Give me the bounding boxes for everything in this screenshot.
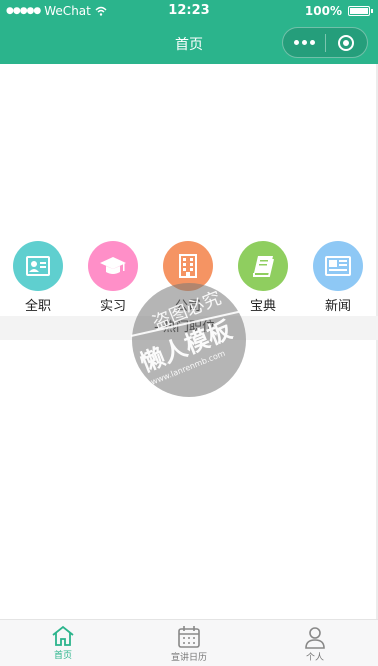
tab-label: 宣讲日历 [170,653,207,663]
battery-icon [348,6,373,16]
tab-profile[interactable]: 个人 [252,620,378,666]
hot-jobs-header: - 热门职位 - [0,316,378,340]
target-icon [338,34,355,51]
category-label: 新闻 [324,299,351,314]
graduation-cap-icon [88,241,138,291]
status-bar-right: 100% [304,4,373,18]
tab-label: 首页 [53,651,72,661]
bottom-tab-bar: 首页 宣讲日历 个人 [0,619,378,666]
category-news[interactable]: 新闻 [308,241,368,314]
category-label: 实习 [99,299,126,314]
status-bar: ●●●●● WeChat 12:23 100% [0,0,378,22]
more-options-button[interactable] [283,28,325,57]
miniprogram-capsule [282,27,368,58]
category-label: 宝典 [249,299,276,314]
book-icon [238,241,288,291]
category-grid: 全职 实习 公司 宝典 新闻 [0,241,378,316]
category-fulltime[interactable]: 全职 [8,241,68,314]
category-company[interactable]: 公司 [158,241,218,314]
id-card-icon [13,241,63,291]
category-label: 公司 [174,299,201,314]
tab-calendar[interactable]: 宣讲日历 [126,620,252,666]
battery-percent: 100% [304,4,342,18]
home-icon [52,625,74,646]
category-label: 全职 [24,299,51,314]
close-miniprogram-button[interactable] [326,28,367,57]
category-handbook[interactable]: 宝典 [233,241,293,314]
calendar-icon [178,626,200,648]
svg-text:www.lanrenmb.com: www.lanrenmb.com [150,349,227,387]
category-internship[interactable]: 实习 [83,241,143,314]
tab-label: 个人 [305,653,324,663]
building-icon [163,241,213,291]
person-icon [305,627,325,649]
tab-home[interactable]: 首页 [0,620,126,666]
newspaper-icon [313,241,363,291]
navigation-bar: 首页 [0,22,378,64]
